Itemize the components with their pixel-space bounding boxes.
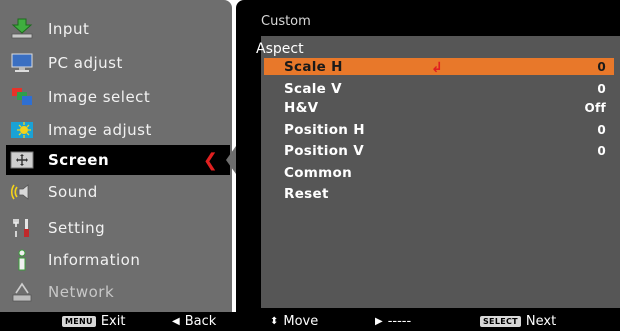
option-value: Off [584, 100, 606, 115]
blank-label: ----- [387, 314, 412, 329]
option-label: Position H [284, 121, 365, 138]
submenu-header: Custom [261, 14, 311, 29]
option-hv[interactable]: H&V Off [264, 99, 614, 116]
option-scale-v[interactable]: Scale V 0 [264, 80, 614, 97]
sidebar-item-network[interactable]: Network [8, 277, 226, 307]
speaker-icon [8, 180, 36, 204]
monitor-icon [8, 51, 36, 75]
sidebar-item-pc-adjust[interactable]: PC adjust [8, 48, 226, 78]
sidebar-item-label: Image adjust [48, 121, 152, 139]
input-icon [8, 17, 36, 41]
menu-key-badge: MENU [62, 316, 96, 327]
left-arrow-icon: ◀ [172, 316, 180, 327]
projector-menu: Input PC adjust Image select Image adjus… [0, 0, 620, 331]
option-label: Common [284, 164, 353, 181]
setting-icon [8, 216, 36, 240]
enter-arrow-icon: ↲ [431, 60, 443, 76]
sidebar-item-label: Screen [48, 151, 110, 169]
next-label: Next [525, 314, 557, 329]
image-adjust-icon [8, 118, 36, 142]
key-guide-bar: MENU Exit ◀ Back ⬍ Move ▶ ----- SELECT N… [0, 312, 620, 331]
sidebar-item-label: Image select [48, 88, 151, 106]
selection-chevron-icon: ❮ [202, 150, 218, 171]
next-hint[interactable]: SELECT Next [480, 314, 556, 329]
screen-icon [8, 148, 36, 172]
sidebar-item-label: Network [48, 283, 115, 301]
up-down-arrow-icon: ⬍ [270, 316, 279, 327]
section-title: Aspect [248, 41, 356, 57]
select-key-badge: SELECT [480, 316, 521, 327]
back-hint[interactable]: ◀ Back [172, 314, 216, 329]
option-reset[interactable]: Reset [264, 185, 614, 202]
right-arrow-icon: ▶ [375, 316, 383, 327]
option-value: 0 [597, 59, 606, 74]
sidebar-item-label: Input [48, 20, 90, 38]
sidebar-item-label: PC adjust [48, 54, 123, 72]
option-label: Reset [284, 185, 329, 202]
move-label: Move [283, 314, 319, 329]
exit-label: Exit [100, 314, 126, 329]
sidebar-item-input[interactable]: Input [8, 14, 226, 44]
image-select-icon [8, 85, 36, 109]
move-hint[interactable]: ⬍ Move [270, 314, 318, 329]
back-label: Back [184, 314, 217, 329]
sidebar-item-label: Setting [48, 219, 106, 237]
sidebar-item-label: Information [48, 251, 141, 269]
option-position-v[interactable]: Position V 0 [264, 142, 614, 159]
option-label: Scale H [284, 58, 343, 75]
sidebar-item-setting[interactable]: Setting [8, 213, 226, 243]
sidebar-item-image-select[interactable]: Image select [8, 82, 226, 112]
option-common[interactable]: Common [264, 164, 614, 181]
information-icon [8, 248, 36, 272]
blank-hint: ▶ ----- [375, 314, 411, 329]
sidebar-item-label: Sound [48, 183, 98, 201]
option-value: 0 [597, 143, 606, 158]
sidebar-item-image-adjust[interactable]: Image adjust [8, 115, 226, 145]
sidebar-pointer [226, 146, 236, 174]
option-value: 0 [597, 122, 606, 137]
exit-hint[interactable]: MENU Exit [62, 314, 125, 329]
sidebar-item-information[interactable]: Information [8, 245, 226, 275]
option-position-h[interactable]: Position H 0 [264, 121, 614, 138]
option-label: H&V [284, 99, 319, 116]
option-label: Position V [284, 142, 364, 159]
sidebar-item-sound[interactable]: Sound [8, 177, 226, 207]
sidebar-item-screen[interactable]: Screen ❮ [6, 145, 230, 175]
option-value: 0 [597, 81, 606, 96]
network-icon [8, 280, 36, 304]
option-label: Scale V [284, 80, 342, 97]
